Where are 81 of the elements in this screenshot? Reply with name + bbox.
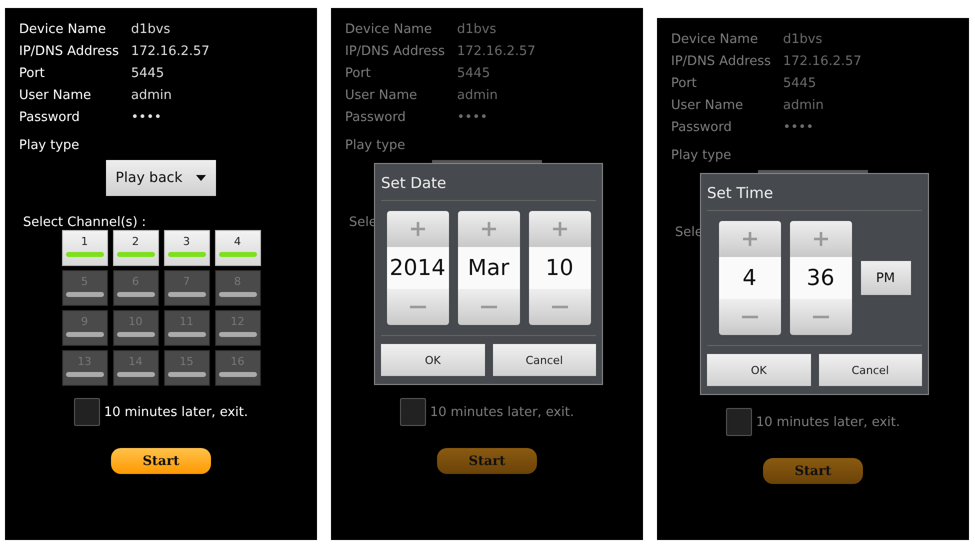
decrement-button[interactable] — [458, 289, 520, 325]
plus-icon — [742, 231, 758, 247]
increment-button[interactable] — [458, 211, 520, 247]
checkbox[interactable] — [726, 408, 752, 436]
decrement-button[interactable] — [528, 289, 590, 325]
decrement-button[interactable] — [718, 299, 780, 335]
dialog-button[interactable]: Cancel — [492, 344, 596, 376]
dialog-button[interactable]: OK — [707, 354, 810, 386]
field-value: admin — [783, 98, 824, 112]
field-label: User Name — [671, 98, 744, 112]
field-label: IP/DNS Address — [671, 54, 772, 68]
dialog-title: Set Time — [707, 174, 922, 211]
plus-icon — [410, 221, 426, 237]
field-label: Port — [671, 76, 698, 90]
field-value: admin — [457, 88, 498, 102]
minus-icon — [812, 315, 828, 319]
checkbox-label: 10 minutes later, exit. — [430, 404, 574, 420]
field-label: Password — [19, 110, 81, 124]
plus-icon — [480, 221, 496, 237]
field-value: 172.16.2.57 — [131, 44, 210, 58]
caret-icon — [196, 175, 206, 181]
increment-button[interactable] — [528, 211, 590, 247]
spinner-value: 10 — [528, 247, 590, 289]
increment-button[interactable] — [386, 211, 448, 247]
channel-toggle[interactable]: 1 — [62, 230, 108, 266]
channel-toggle[interactable]: 4 — [214, 230, 260, 266]
minus-icon — [742, 315, 758, 319]
field-value: admin — [131, 88, 172, 102]
field-value: 172.16.2.57 — [457, 44, 536, 58]
plus-icon — [552, 221, 568, 237]
play-type-label: Play type — [671, 146, 732, 164]
field-label: IP/DNS Address — [345, 44, 446, 58]
minus-icon — [480, 305, 496, 309]
field-value: 5445 — [131, 66, 164, 80]
field-value: 5445 — [457, 66, 490, 80]
field-label: User Name — [345, 88, 418, 102]
dialog-title: Set Date — [381, 164, 596, 201]
decrement-button[interactable] — [790, 299, 852, 335]
increment-button[interactable] — [718, 221, 780, 257]
am-pm-button[interactable]: PM — [860, 261, 910, 295]
checkbox-label: 10 minutes later, exit. — [104, 404, 248, 420]
field-value: d1bvs — [131, 22, 170, 36]
checkbox[interactable] — [74, 398, 100, 426]
checkbox[interactable] — [400, 398, 426, 426]
play-type-dropdown[interactable]: Play back — [106, 160, 216, 196]
field-label: Device Name — [671, 32, 759, 46]
field-label: Port — [345, 66, 372, 80]
start-button[interactable]: Start — [111, 448, 211, 474]
spinner-value: 36 — [790, 257, 852, 299]
minus-icon — [552, 305, 568, 309]
field-value: 5445 — [783, 76, 816, 90]
plus-icon — [812, 231, 828, 247]
field-label: IP/DNS Address — [19, 44, 120, 58]
field-label: Device Name — [19, 22, 107, 36]
spinner-value: Mar — [458, 247, 520, 289]
field-label: Password — [345, 110, 407, 124]
spinner-value: 2014 — [386, 247, 448, 289]
field-label: Port — [19, 66, 46, 80]
channel-label: Select Channel(s) : — [23, 216, 146, 230]
dialog-button[interactable]: OK — [381, 344, 484, 376]
field-value: •••• — [457, 110, 488, 124]
dialog-button[interactable]: Cancel — [818, 354, 922, 386]
field-value: d1bvs — [457, 22, 496, 36]
checkbox-label: 10 minutes later, exit. — [756, 414, 900, 430]
field-value: •••• — [783, 120, 814, 134]
decrement-button[interactable] — [386, 289, 448, 325]
channel-toggle[interactable]: 3 — [164, 230, 210, 266]
play-type-label: Play type — [345, 136, 406, 154]
increment-button[interactable] — [790, 221, 852, 257]
field-value: d1bvs — [783, 32, 822, 46]
start-button[interactable]: Start — [437, 448, 537, 474]
minus-icon — [410, 305, 426, 309]
field-value: 172.16.2.57 — [783, 54, 862, 68]
channel-toggle[interactable]: 2 — [112, 230, 158, 266]
play-type-label: Play type — [19, 136, 80, 154]
spinner-value: 4 — [718, 257, 780, 299]
field-label: Device Name — [345, 22, 433, 36]
field-label: Password — [671, 120, 733, 134]
field-label: User Name — [19, 88, 92, 102]
field-value: •••• — [131, 110, 162, 124]
start-button[interactable]: Start — [763, 458, 863, 484]
